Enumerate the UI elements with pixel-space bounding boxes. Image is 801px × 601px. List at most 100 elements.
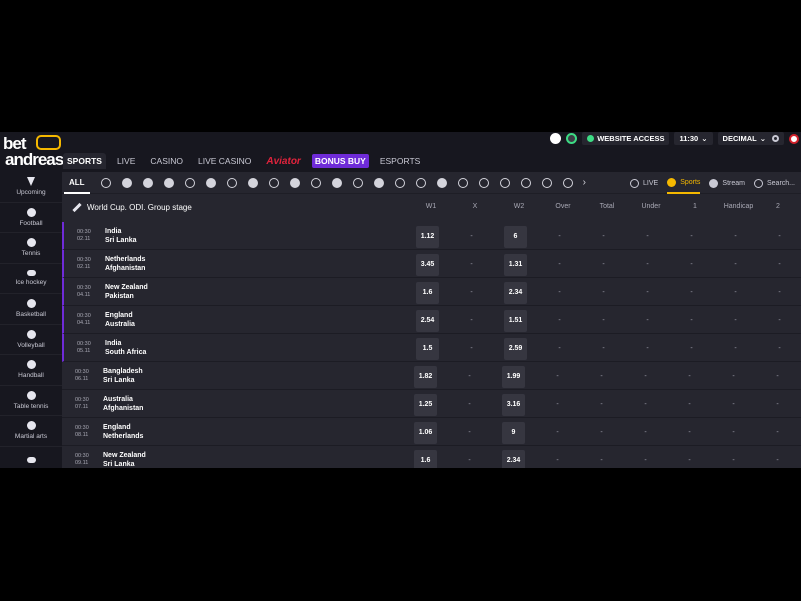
- sidebar-item-volleyball[interactable]: Volleyball: [0, 325, 62, 355]
- nav-bonus-buy[interactable]: BONUS BUY: [311, 154, 369, 168]
- match-time: 00:30: [77, 257, 91, 263]
- golf-icon[interactable]: [520, 177, 531, 188]
- martial-arts-icon[interactable]: [247, 177, 258, 188]
- brand-logo[interactable]: bet andreas: [2, 134, 64, 172]
- android-app-icon[interactable]: [566, 133, 578, 144]
- match-teams[interactable]: India South Africa: [105, 339, 146, 357]
- match-row[interactable]: 00:30 04.11 England Australia 2.54 - 1.51 …: [62, 306, 801, 334]
- darts-icon[interactable]: [478, 177, 489, 188]
- odd-w1[interactable]: 3.45: [416, 254, 439, 276]
- gear-icon[interactable]: [772, 135, 779, 142]
- volleyball-icon[interactable]: [184, 177, 195, 188]
- sidebar-item-martial-arts[interactable]: Martial arts: [0, 416, 62, 447]
- odd-w2[interactable]: 1.51: [504, 310, 527, 332]
- water-polo-icon[interactable]: [541, 177, 552, 188]
- nav-live[interactable]: LIVE: [113, 153, 139, 169]
- league-title[interactable]: World Cup. ODI. Group stage: [72, 194, 192, 220]
- nav-esports[interactable]: ESPORTS: [376, 153, 424, 169]
- odd-total: -: [602, 289, 605, 296]
- nav-aviator[interactable]: Aviator: [262, 153, 304, 170]
- sidebar-item-label: Upcoming: [16, 189, 46, 197]
- match-row[interactable]: 00:30 04.11 New Zealand Pakistan 1.6 - 2.3…: [62, 278, 801, 306]
- sidebar-item-basketball[interactable]: Basketball: [0, 294, 62, 325]
- odds-format-selector[interactable]: DECIMAL ⌄: [717, 132, 784, 145]
- snooker-icon[interactable]: [436, 177, 447, 188]
- match-teams[interactable]: New Zealand Sri Lanka: [103, 451, 146, 468]
- sidebar-item-ice-hockey[interactable]: Ice hockey: [0, 264, 62, 294]
- match-teams[interactable]: Australia Afghanistan: [103, 395, 143, 413]
- odd-w1[interactable]: 1.6: [416, 282, 439, 304]
- league-name: World Cup. ODI. Group stage: [87, 202, 192, 212]
- table-tennis-icon[interactable]: [226, 177, 237, 188]
- sidebar-item-football[interactable]: Football: [0, 203, 62, 233]
- sidebar-item-more[interactable]: [0, 447, 62, 469]
- match-row[interactable]: 00:30 05.11 India South Africa 1.5 - 2.59 …: [62, 334, 801, 362]
- cricket-icon[interactable]: [289, 177, 300, 188]
- match-row[interactable]: 00:30 09.11 New Zealand Sri Lanka 1.6 - 2.…: [62, 446, 801, 468]
- time-selector[interactable]: 11:30 ⌄: [674, 132, 713, 145]
- football-icon[interactable]: [100, 177, 111, 188]
- language-flag-icon[interactable]: [789, 133, 799, 144]
- home-team: India: [105, 340, 122, 347]
- odd-w2[interactable]: 1.99: [502, 366, 525, 388]
- sidebar-item-table-tennis[interactable]: Table tennis: [0, 386, 62, 416]
- filter-sports[interactable]: Sports: [667, 172, 701, 194]
- match-teams[interactable]: Netherlands Afghanistan: [105, 255, 145, 273]
- odd-w2[interactable]: 2.34: [502, 450, 525, 468]
- match-row[interactable]: 00:30 02.11 India Sri Lanka 1.12 - 6 - - -…: [62, 222, 801, 250]
- ice-hockey-icon[interactable]: [142, 177, 153, 188]
- odd-w1[interactable]: 1.12: [416, 226, 439, 248]
- odd-w1[interactable]: 1.06: [414, 422, 437, 444]
- match-row[interactable]: 00:30 02.11 Netherlands Afghanistan 3.45 -…: [62, 250, 801, 278]
- match-row[interactable]: 00:30 07.11 Australia Afghanistan 1.25 - 3…: [62, 390, 801, 418]
- chevron-right-icon[interactable]: ›: [583, 177, 586, 188]
- home-team: New Zealand: [105, 284, 148, 291]
- odd-w1[interactable]: 1.5: [416, 338, 439, 360]
- odd-w2[interactable]: 6: [504, 226, 527, 248]
- baseball-icon[interactable]: [310, 177, 321, 188]
- odd-w1[interactable]: 1.25: [414, 394, 437, 416]
- handball-icon[interactable]: [205, 177, 216, 188]
- odd-w1[interactable]: 1.82: [414, 366, 437, 388]
- odd-w2[interactable]: 2.59: [504, 338, 527, 360]
- sidebar-item-upcoming[interactable]: Upcoming: [0, 172, 62, 203]
- nav-sports[interactable]: SPORTS: [63, 153, 106, 169]
- american-football-icon[interactable]: [331, 177, 342, 188]
- sidebar-item-tennis[interactable]: Tennis: [0, 233, 62, 264]
- match-teams[interactable]: India Sri Lanka: [105, 227, 137, 245]
- cybersport-icon[interactable]: [268, 177, 279, 188]
- sidebar-item-handball[interactable]: Handball: [0, 355, 62, 386]
- odd-total: -: [600, 373, 603, 380]
- match-teams[interactable]: England Australia: [105, 311, 135, 329]
- odd-under: -: [646, 345, 649, 352]
- futsal-icon[interactable]: [352, 177, 363, 188]
- search-button[interactable]: Search...: [753, 172, 795, 194]
- match-teams[interactable]: England Netherlands: [103, 423, 143, 441]
- odd-w2[interactable]: 2.34: [504, 282, 527, 304]
- match-teams[interactable]: Bangladesh Sri Lanka: [103, 367, 143, 385]
- chess-icon[interactable]: [457, 177, 468, 188]
- apple-app-icon[interactable]: [550, 133, 562, 144]
- tab-all-sports[interactable]: ALL: [64, 172, 90, 194]
- badminton-icon[interactable]: [394, 177, 405, 188]
- match-row[interactable]: 00:30 06.11 Bangladesh Sri Lanka 1.82 - 1.…: [62, 362, 801, 390]
- nav-live-casino[interactable]: LIVE CASINO: [194, 153, 255, 169]
- odd-under: -: [646, 261, 649, 268]
- filter-live[interactable]: LIVE: [630, 172, 658, 194]
- odd-w1[interactable]: 2.54: [416, 310, 439, 332]
- bowling-icon[interactable]: [499, 177, 510, 188]
- match-teams[interactable]: New Zealand Pakistan: [105, 283, 148, 301]
- field-hockey-icon[interactable]: [415, 177, 426, 188]
- match-row[interactable]: 00:30 08.11 England Netherlands 1.06 - 9 -…: [62, 418, 801, 446]
- nav-casino[interactable]: CASINO: [146, 153, 187, 169]
- odd-w2[interactable]: 9: [502, 422, 525, 444]
- filter-stream[interactable]: Stream: [709, 172, 745, 194]
- rugby-icon[interactable]: [373, 177, 384, 188]
- cycling-icon[interactable]: [562, 177, 573, 188]
- tennis-icon[interactable]: [121, 177, 132, 188]
- odd-w2[interactable]: 3.16: [502, 394, 525, 416]
- odd-w2[interactable]: 1.31: [504, 254, 527, 276]
- website-access-button[interactable]: WEBSITE ACCESS: [582, 132, 670, 145]
- odd-w1[interactable]: 1.6: [414, 450, 437, 468]
- basketball-icon[interactable]: [163, 177, 174, 188]
